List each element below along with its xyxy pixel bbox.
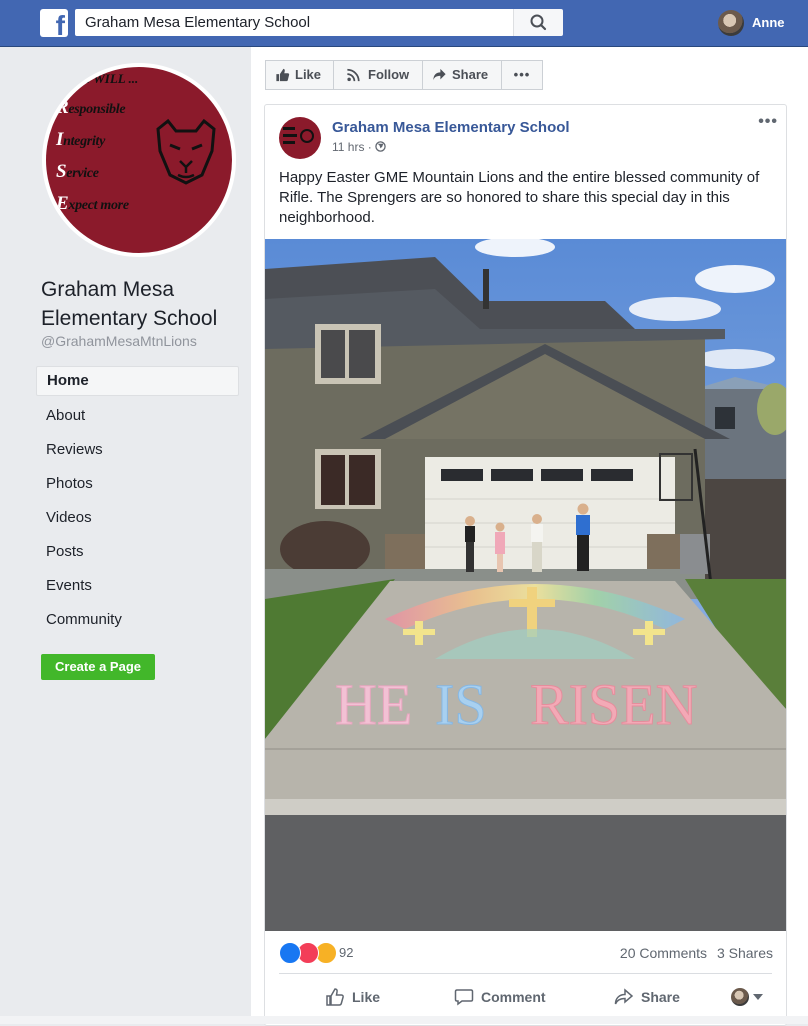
post-share-button[interactable]: Share: [614, 985, 694, 1009]
is-word: IS: [435, 672, 487, 737]
create-page-button[interactable]: Create a Page: [41, 654, 155, 680]
nav-item-community[interactable]: Community: [36, 603, 239, 637]
bottom-strip: [0, 1016, 808, 1024]
page-nav: Home About Reviews Photos Videos Posts E…: [36, 366, 239, 637]
share-page-button[interactable]: Share: [422, 60, 502, 90]
mountain-lion-icon: [156, 118, 216, 185]
house-driveway-photo: HE IS RISEN: [265, 239, 786, 931]
nav-item-posts[interactable]: Posts: [36, 535, 239, 569]
reaction-count: 92: [339, 945, 354, 960]
nav-item-about[interactable]: About: [36, 399, 239, 433]
thumbs-up-outline-icon: [326, 988, 344, 1006]
avatar: [731, 988, 749, 1006]
comments-count[interactable]: 20 Comments: [620, 945, 707, 961]
facebook-logo-icon[interactable]: f: [40, 9, 68, 40]
page-title[interactable]: Graham Mesa Elementary School: [41, 275, 241, 333]
post-timestamp[interactable]: 11 hrs ·: [332, 140, 386, 154]
like-page-button[interactable]: Like: [265, 60, 334, 90]
post-like-button[interactable]: Like: [325, 985, 395, 1009]
risen-word: RISEN: [530, 672, 698, 737]
nav-item-reviews[interactable]: Reviews: [36, 433, 239, 467]
divider: [279, 973, 772, 974]
post-card: Graham Mesa Elementary School 11 hrs · •…: [264, 104, 787, 1026]
post-photo[interactable]: HE IS RISEN: [265, 239, 786, 931]
post-options-button[interactable]: •••: [758, 113, 778, 131]
like-reaction-icon: [279, 942, 301, 964]
post-comment-button[interactable]: Comment: [454, 985, 554, 1009]
shares-count[interactable]: 3 Shares: [717, 945, 773, 961]
search-icon: [530, 14, 547, 31]
search-input[interactable]: Graham Mesa Elementary School: [75, 9, 513, 36]
school-logo: WE WILL ... Responsible Integrity Servic…: [46, 67, 232, 253]
nav-item-videos[interactable]: Videos: [36, 501, 239, 535]
globe-icon: [375, 141, 386, 152]
profile-picture[interactable]: WE WILL ... Responsible Integrity Servic…: [42, 63, 236, 257]
school-logo-icon: [283, 127, 314, 144]
post-author-avatar[interactable]: [279, 117, 321, 159]
post-author-name[interactable]: Graham Mesa Elementary School: [332, 119, 570, 136]
post-as-selector[interactable]: [731, 987, 765, 1007]
more-options-button[interactable]: •••: [501, 60, 543, 90]
nav-item-events[interactable]: Events: [36, 569, 239, 603]
share-icon: [614, 988, 634, 1005]
rss-icon: [347, 68, 360, 82]
engagement-counts: 20 Comments 3 Shares: [614, 945, 773, 961]
comment-icon: [454, 989, 474, 1006]
he-word: HE: [335, 672, 412, 737]
main-column: Like Follow Share ••• Graham Mesa Elemen…: [251, 47, 808, 1026]
left-sidebar: WE WILL ... Responsible Integrity Servic…: [0, 47, 251, 1024]
nav-item-home[interactable]: Home: [36, 366, 239, 396]
share-arrow-icon: [433, 68, 446, 81]
post-text: Happy Easter GME Mountain Lions and the …: [279, 169, 760, 226]
caret-down-icon: [753, 994, 763, 1000]
thumbs-up-icon: [276, 68, 290, 82]
top-bar: f Graham Mesa Elementary School Anne: [0, 0, 808, 47]
user-name[interactable]: Anne: [752, 15, 785, 30]
page-handle[interactable]: @GrahamMesaMtnLions: [41, 333, 197, 349]
nav-item-photos[interactable]: Photos: [36, 467, 239, 501]
avatar[interactable]: [718, 10, 744, 36]
follow-button[interactable]: Follow: [333, 60, 423, 90]
search-button[interactable]: [513, 9, 563, 36]
